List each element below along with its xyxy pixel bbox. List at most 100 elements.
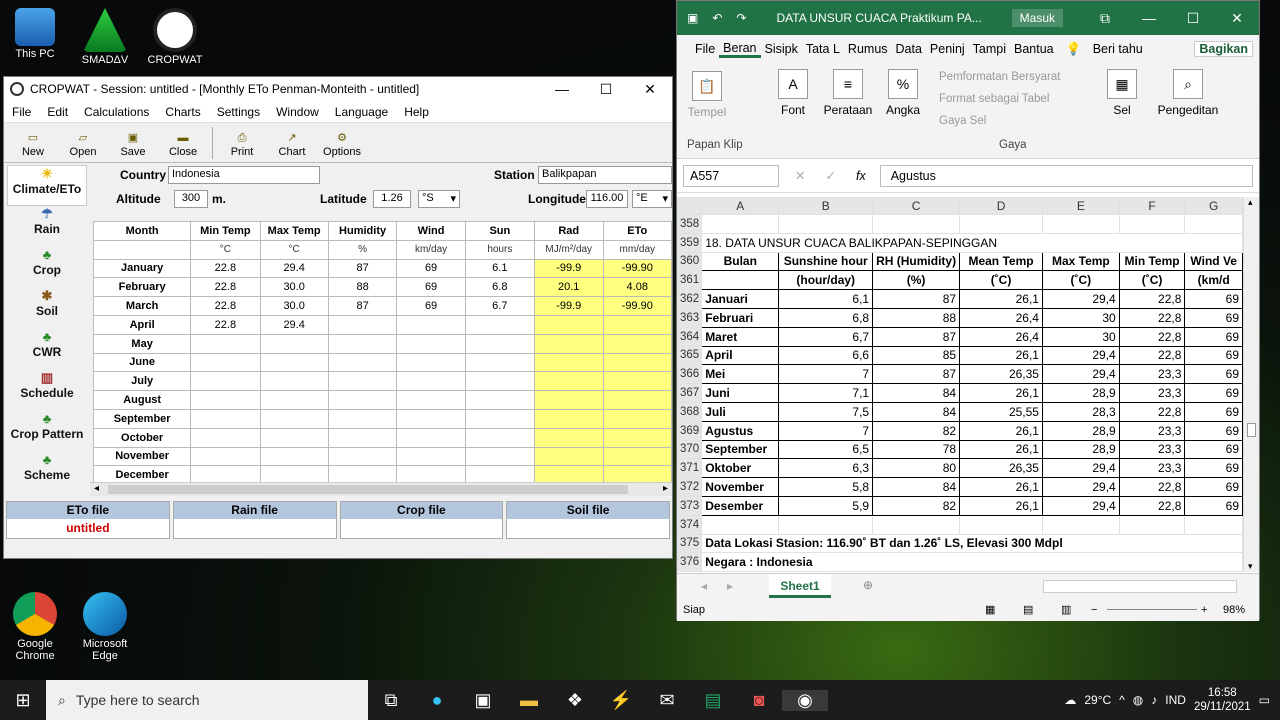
sheet-cell[interactable]: RH (Humidity) (872, 251, 961, 272)
sheet-cell[interactable] (701, 270, 780, 291)
sheet-cell[interactable]: 26,4 (959, 307, 1043, 328)
mail-icon[interactable]: ✉ (644, 690, 690, 711)
tab-file[interactable]: File (691, 42, 719, 56)
soil-file-panel[interactable]: Soil file (506, 501, 670, 539)
data-cell[interactable] (259, 371, 329, 392)
data-cell[interactable] (464, 408, 535, 429)
menu-window[interactable]: Window (268, 105, 327, 119)
column-header[interactable]: D (959, 197, 1043, 215)
data-cell[interactable]: 69 (396, 258, 466, 279)
sheet-tab-sheet1[interactable]: Sheet1 (769, 574, 831, 598)
sheet-cell[interactable]: 69 (1184, 383, 1243, 403)
data-cell[interactable]: -99.90 (602, 296, 673, 316)
cond-format-button[interactable]: Pemformatan Bersyarat (939, 71, 1060, 83)
data-cell[interactable]: 87 (327, 296, 398, 316)
vertical-scrollbar[interactable]: ▴ ▾ (1243, 197, 1259, 572)
sidebar-item-soil[interactable]: ✱ Soil (7, 288, 87, 329)
sheet-cell[interactable]: 29,4 (1041, 477, 1120, 497)
sheet-cell[interactable]: 6,1 (778, 289, 874, 309)
country-field[interactable]: Indonesia (168, 166, 320, 184)
sheet-cell[interactable]: (˚C) (1118, 270, 1186, 291)
chrome-icon[interactable]: Google Chrome (0, 592, 70, 662)
data-cell[interactable]: 6.7 (464, 296, 535, 316)
sheet-cell[interactable]: (˚C) (959, 270, 1043, 291)
tab-formulas[interactable]: Rumus (844, 42, 892, 56)
sheet-cell[interactable] (778, 514, 874, 535)
zoom-in-icon[interactable]: + (1201, 599, 1207, 621)
sheet-cell[interactable] (959, 514, 1043, 535)
data-cell[interactable] (327, 446, 398, 467)
next-sheet-icon[interactable]: ▸ (727, 579, 733, 593)
sheet-cell[interactable]: 22,8 (1118, 307, 1186, 328)
sheet-cell[interactable]: 26,1 (959, 289, 1043, 309)
sheet-table[interactable]: ABCDEFG 358 359 18. DATA UNSUR CUACA BALIK… (677, 197, 1243, 572)
open-button[interactable]: ▱ Open (58, 132, 108, 159)
app-taskbar-icon[interactable]: ⚡ (598, 690, 644, 711)
data-cell[interactable] (602, 371, 673, 392)
data-cell[interactable] (396, 314, 466, 335)
excel-taskbar-icon[interactable]: ▤ (690, 690, 736, 711)
data-cell[interactable] (259, 408, 329, 429)
tab-view[interactable]: Tampi (969, 42, 1010, 56)
data-cell[interactable]: 22.8 (190, 258, 261, 279)
sheet-cell[interactable]: 29,4 (1041, 364, 1120, 385)
task-view-icon[interactable]: ⧉ (368, 690, 414, 711)
sheet-cell[interactable]: 22,8 (1118, 495, 1186, 516)
sheet-cell[interactable]: 22,8 (1118, 345, 1186, 366)
row-number[interactable]: 361 (677, 270, 703, 291)
sheet-cell[interactable] (959, 214, 1043, 234)
sheet-cell[interactable] (701, 214, 780, 234)
sheet-cell[interactable]: 5,9 (778, 495, 874, 516)
data-cell[interactable]: 69 (396, 277, 466, 298)
sheet-cell[interactable]: 6,7 (778, 326, 874, 347)
row-number[interactable]: 371 (677, 458, 703, 479)
sheet-cell[interactable]: Data Lokasi Stasion: 116.90˚ BT dan 1.26… (701, 533, 1243, 554)
tab-layout[interactable]: Tata L (802, 42, 844, 56)
page-layout-icon[interactable]: ▤ (1023, 599, 1033, 621)
sheet-cell[interactable]: 69 (1184, 307, 1243, 328)
maximize-icon[interactable]: ☐ (1171, 10, 1215, 27)
file-explorer-icon[interactable]: ▬ (506, 690, 552, 711)
data-cell[interactable] (602, 446, 673, 467)
sidebar-item-scheme[interactable]: ♣ Scheme (7, 452, 87, 493)
data-cell[interactable] (602, 352, 673, 373)
menu-settings[interactable]: Settings (209, 105, 268, 119)
data-cell[interactable]: 29.4 (259, 258, 329, 279)
data-cell[interactable] (396, 371, 466, 392)
volume-icon[interactable]: ♪ (1151, 693, 1157, 707)
sheet-cell[interactable]: 69 (1184, 420, 1243, 441)
sheet-cell[interactable]: 88 (872, 307, 961, 328)
scroll-thumb[interactable] (1247, 423, 1256, 437)
data-cell[interactable] (602, 333, 673, 354)
column-header[interactable]: B (778, 197, 874, 215)
data-cell[interactable]: 69 (396, 296, 466, 316)
edge-taskbar-icon[interactable]: ● (414, 690, 460, 711)
undo-icon[interactable]: ↶ (712, 11, 722, 25)
row-number[interactable]: 373 (677, 495, 703, 516)
sheet-cell[interactable]: 6,3 (778, 458, 874, 479)
sheet-cell[interactable]: 7 (778, 420, 874, 441)
sheet-cell[interactable] (701, 514, 780, 535)
sheet-cell[interactable] (1041, 214, 1120, 234)
sidebar-item-climate[interactable]: ☀ Climate/ETo (7, 165, 87, 206)
sheet-cell[interactable] (872, 514, 961, 535)
data-cell[interactable] (259, 390, 329, 410)
sheet-cell[interactable]: Juni (701, 383, 780, 403)
data-cell[interactable] (327, 333, 398, 354)
sheet-cell[interactable] (1118, 514, 1186, 535)
cancel-icon[interactable]: ✕ (795, 168, 805, 183)
data-cell[interactable]: -99.9 (533, 296, 604, 316)
data-cell[interactable] (602, 408, 673, 429)
sheet-cell[interactable]: 69 (1184, 289, 1243, 309)
sheet-cell[interactable]: Agustus (701, 420, 780, 441)
sheet-cell[interactable]: 30 (1041, 307, 1120, 328)
sheet-cell[interactable]: 30 (1041, 326, 1120, 347)
sheet-cell[interactable]: Maret (701, 326, 780, 347)
sheet-cell[interactable]: 26,35 (959, 458, 1043, 479)
scroll-thumb[interactable] (108, 485, 628, 494)
row-number[interactable]: 359 (677, 232, 703, 253)
row-number[interactable]: 376 (677, 552, 703, 572)
sheet-cell[interactable]: November (701, 477, 780, 497)
altitude-field[interactable]: 300 (174, 190, 208, 208)
scroll-down-icon[interactable]: ▾ (1248, 561, 1253, 572)
